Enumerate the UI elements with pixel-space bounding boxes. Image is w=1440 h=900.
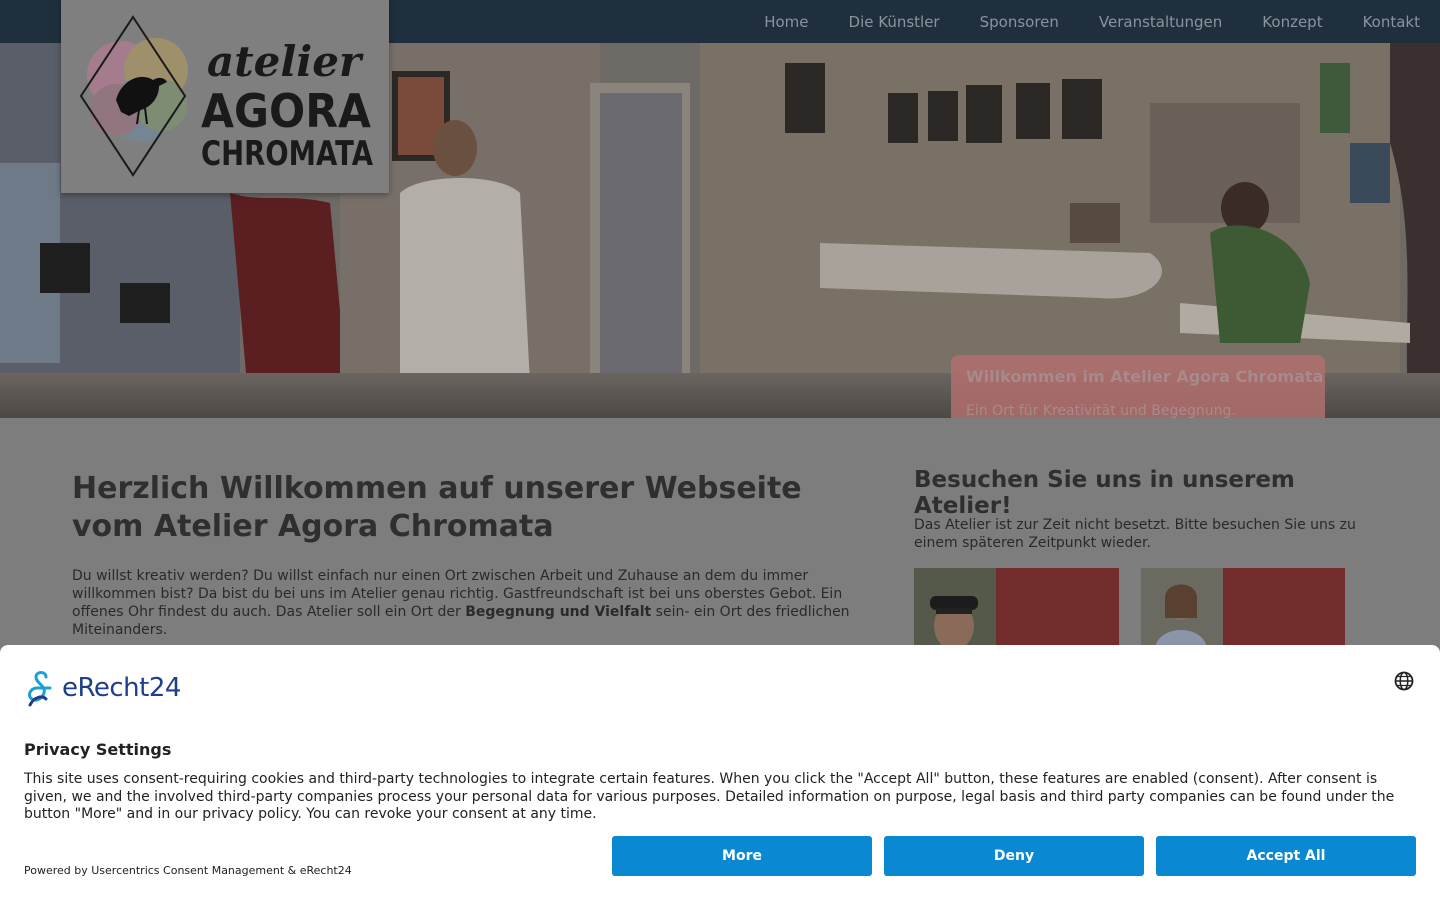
hero-welcome-card: Willkommen im Atelier Agora Chromata Ein… [951,355,1325,418]
nav-kontakt[interactable]: Kontakt [1363,13,1420,31]
logo-word-chromata: CHROMATA [201,134,374,174]
powered-by-text: Powered by Usercentrics Consent Manageme… [24,864,352,877]
nav-die-kuenstler[interactable]: Die Künstler [849,13,940,31]
deny-button[interactable]: Deny [884,836,1144,876]
privacy-consent-banner: eRecht24 Privacy Settings This site uses… [0,645,1440,900]
artist-card[interactable] [1141,568,1345,648]
site-logo[interactable]: atelier AGORA CHROMATA [61,0,389,193]
artist-photo [1141,568,1223,648]
intro-text-bold: Begegnung und Vielfalt [465,604,652,620]
page-title: Herzlich Willkommen auf unserer Webseite… [72,471,802,544]
main-nav: Home Die Künstler Sponsoren Veranstaltun… [764,0,1420,43]
erecht24-ampersand-icon [27,671,52,707]
consent-title: Privacy Settings [24,740,172,759]
nav-veranstaltungen[interactable]: Veranstaltungen [1099,13,1222,31]
nav-sponsoren[interactable]: Sponsoren [980,13,1059,31]
nav-home[interactable]: Home [764,13,808,31]
accept-all-button[interactable]: Accept All [1156,836,1416,876]
logo-word-atelier: atelier [207,37,364,86]
logo-word-agora: AGORA [201,84,371,138]
erecht24-logo: eRecht24 [24,669,181,707]
visit-status-text: Das Atelier ist zur Zeit nicht besetzt. … [914,517,1356,551]
hero-subtitle: Ein Ort für Kreativität und Begegnung. [966,403,1236,418]
consent-description: This site uses consent-requiring cookies… [24,771,1395,822]
artist-card[interactable] [914,568,1119,648]
intro-paragraph: Du willst kreativ werden? Du willst einf… [72,567,862,639]
erecht24-wordmark: eRecht24 [62,673,181,703]
artist-photo [914,568,996,648]
nav-konzept[interactable]: Konzept [1262,13,1322,31]
language-globe-icon[interactable] [1394,671,1414,691]
logo-graphic: atelier AGORA CHROMATA [79,15,374,177]
visit-heading: Besuchen Sie uns in unserem Atelier! [914,467,1295,519]
hero-title: Willkommen im Atelier Agora Chromata [966,367,1324,386]
more-button[interactable]: More [612,836,872,876]
